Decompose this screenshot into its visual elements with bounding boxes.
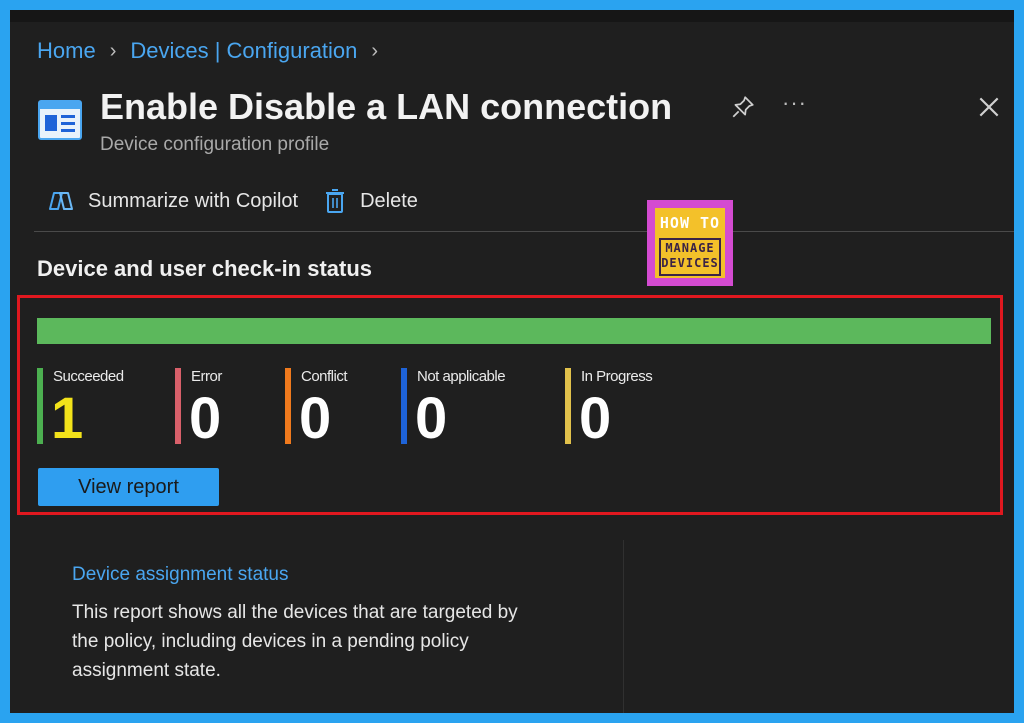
chevron-right-icon: ›	[109, 39, 117, 62]
device-assignment-description: This report shows all the devices that a…	[72, 602, 518, 681]
delete-button[interactable]: Delete	[324, 188, 418, 214]
stat-color-bar	[565, 368, 571, 444]
copilot-icon	[49, 192, 73, 210]
stat-succeeded: Succeeded 1	[37, 368, 124, 451]
divider	[34, 231, 1014, 232]
device-assignment-card: Device assignment status This report sho…	[43, 540, 624, 713]
chevron-right-icon: ›	[371, 39, 379, 62]
configuration-profile-icon	[38, 100, 82, 140]
stat-color-bar	[37, 368, 43, 444]
stat-in-progress: In Progress 0	[565, 368, 653, 451]
page-title: Enable Disable a LAN connection	[100, 86, 673, 127]
portal-window: Home › Devices | Configuration › Enable …	[10, 10, 1014, 713]
stat-value: 0	[189, 386, 222, 451]
breadcrumb: Home › Devices | Configuration ›	[37, 38, 392, 64]
stat-value: 0	[415, 386, 448, 451]
logo-line2: MANAGE	[665, 241, 715, 255]
close-icon[interactable]	[976, 94, 1002, 120]
status-progress-bar	[37, 318, 991, 344]
stat-error: Error 0	[175, 368, 222, 451]
logo-line1: HOW TO	[659, 214, 721, 232]
stat-color-bar	[175, 368, 181, 444]
summarize-with-copilot-button[interactable]: Summarize with Copilot	[48, 189, 298, 213]
device-assignment-status-link[interactable]: Device assignment status	[72, 564, 289, 586]
stat-conflict: Conflict 0	[285, 368, 348, 451]
copilot-label: Summarize with Copilot	[88, 189, 299, 212]
stat-color-bar	[285, 368, 291, 444]
stat-value: 0	[579, 386, 612, 451]
logo-line3: DEVICES	[661, 256, 719, 270]
pin-icon[interactable]	[730, 94, 756, 120]
breadcrumb-devices-configuration[interactable]: Devices | Configuration	[130, 38, 357, 64]
breadcrumb-home[interactable]: Home	[37, 38, 96, 64]
stat-value: 0	[299, 386, 332, 451]
top-strip	[10, 10, 1014, 22]
more-options-icon[interactable]: ···	[782, 90, 807, 116]
check-in-status-title: Device and user check-in status	[37, 256, 373, 281]
view-report-button[interactable]: View report	[38, 468, 219, 506]
stat-not-applicable: Not applicable 0	[401, 368, 506, 451]
command-bar: Summarize with Copilot Delete	[48, 188, 418, 214]
page-subtitle: Device configuration profile	[100, 134, 330, 155]
delete-label: Delete	[360, 189, 418, 212]
stat-color-bar	[401, 368, 407, 444]
stat-value: 1	[51, 386, 84, 451]
trash-icon	[326, 189, 345, 213]
howto-manage-devices-logo: HOW TO MANAGE DEVICES	[647, 200, 733, 286]
